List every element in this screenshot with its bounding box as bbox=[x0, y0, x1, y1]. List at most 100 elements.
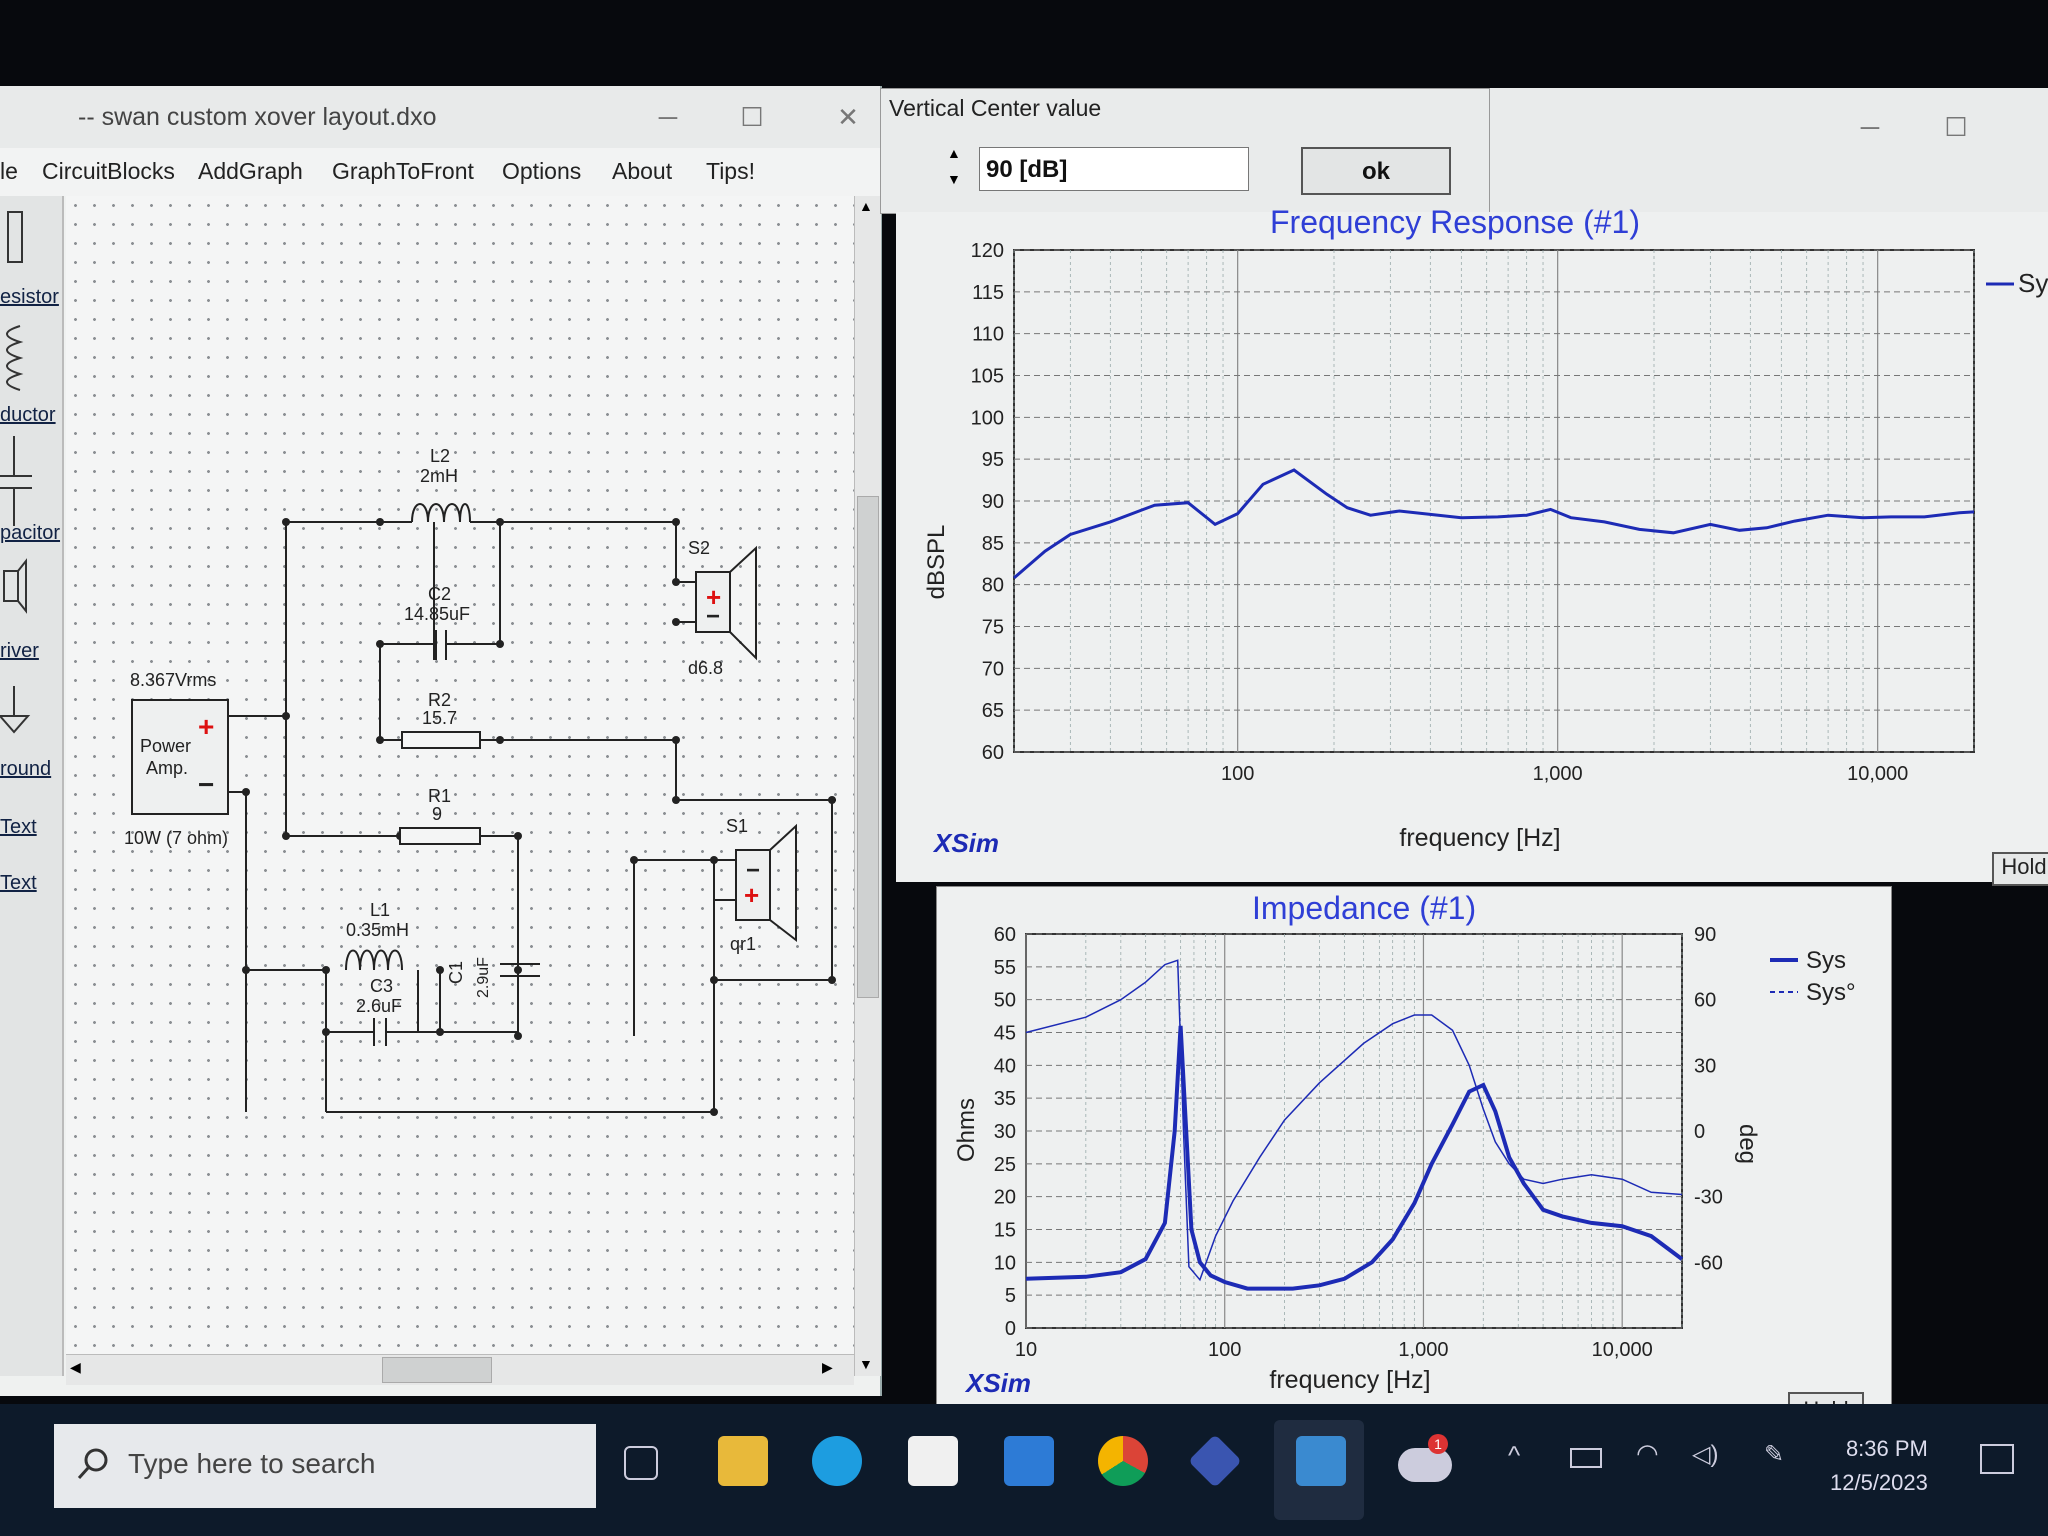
impedance-y2-tick: 0 bbox=[1694, 1121, 1705, 1143]
spin-down-icon[interactable]: ▼ bbox=[947, 171, 961, 187]
label-s2: S2 bbox=[688, 538, 710, 558]
amp-plus-icon: + bbox=[198, 711, 214, 742]
impedance-y-tick: 20 bbox=[994, 1187, 1016, 1209]
frequency-y-tick: 60 bbox=[982, 742, 1004, 764]
taskbar-clock[interactable]: 8:36 PM 12/5/2023 bbox=[1830, 1432, 1928, 1500]
impedance-y2-tick: -60 bbox=[1694, 1252, 1723, 1274]
capacitor-c2 bbox=[433, 630, 470, 660]
frequency-x-tick: 10,000 bbox=[1847, 763, 1908, 785]
vertical-center-input[interactable]: 90 [dB] bbox=[979, 147, 1249, 191]
edge-browser-icon[interactable] bbox=[812, 1436, 862, 1486]
label-s1-driver: qr1 bbox=[730, 934, 756, 954]
frequency-y-tick: 75 bbox=[982, 617, 1004, 639]
label-s1: S1 bbox=[726, 816, 748, 836]
label-c3: C3 bbox=[370, 976, 393, 996]
frequency-x-tick: 1,000 bbox=[1533, 763, 1583, 785]
ok-button[interactable]: ok bbox=[1301, 147, 1451, 195]
vertical-center-dialog: Vertical Center value ▲ ▼ 90 [dB] ok bbox=[880, 88, 1490, 214]
battery-icon[interactable] bbox=[1570, 1448, 1602, 1468]
search-icon bbox=[77, 1448, 108, 1480]
app-icon[interactable] bbox=[1188, 1434, 1242, 1488]
xsim-logo-2: XSim bbox=[964, 1368, 1031, 1398]
label-r2: R2 bbox=[428, 690, 451, 710]
impedance-y2-axis-label: deg bbox=[1734, 1124, 1761, 1164]
resistor-r1 bbox=[399, 827, 481, 845]
taskbar: Type here to search 1 ^ ◠ ◁) ✎ 8:36 PM 1… bbox=[0, 1404, 2048, 1536]
xsim-taskbar-icon[interactable] bbox=[1296, 1436, 1346, 1486]
label-r1: R1 bbox=[428, 786, 451, 806]
legend-sys: Sys bbox=[1806, 947, 1846, 974]
impedance-x-tick: 10,000 bbox=[1592, 1339, 1653, 1361]
frequency-y-tick: 65 bbox=[982, 700, 1004, 722]
xsim-logo-1: XSim bbox=[932, 828, 999, 858]
frequency-y-tick: 105 bbox=[971, 366, 1004, 388]
graph-maximize-button[interactable]: ☐ bbox=[1938, 110, 1974, 144]
pen-icon[interactable]: ✎ bbox=[1764, 1440, 1784, 1469]
label-c1-value: 2.9uF bbox=[475, 957, 492, 998]
wifi-icon[interactable]: ◠ bbox=[1636, 1438, 1659, 1469]
impedance-y-tick: 5 bbox=[1005, 1285, 1016, 1307]
frequency-y-tick: 90 bbox=[982, 491, 1004, 513]
amp-voltage: 8.367Vrms bbox=[130, 670, 216, 690]
mail-icon[interactable] bbox=[1004, 1436, 1054, 1486]
label-r1-value: 9 bbox=[432, 804, 442, 824]
label-l1: L1 bbox=[370, 900, 390, 920]
action-center-icon[interactable] bbox=[1980, 1444, 2014, 1474]
impedance-y-tick: 35 bbox=[994, 1088, 1016, 1110]
chrome-icon[interactable] bbox=[1098, 1436, 1148, 1486]
label-c2: C2 bbox=[428, 584, 451, 604]
impedance-chart[interactable]: 6055504540353025201510509060300-30-6010 1… bbox=[936, 886, 1890, 1406]
label-c1: C1 bbox=[446, 961, 466, 984]
impedance-y-tick: 0 bbox=[1005, 1318, 1016, 1340]
hold-button-1[interactable]: Hold bbox=[1992, 852, 2048, 886]
onedrive-icon[interactable] bbox=[1398, 1448, 1452, 1482]
clock-time: 8:36 PM bbox=[1845, 1436, 1928, 1461]
frequency-y-tick: 100 bbox=[971, 407, 1004, 429]
label-c3-value: 2.6uF bbox=[356, 996, 402, 1016]
frequency-y-tick: 95 bbox=[982, 449, 1004, 471]
label-l2-value: 2mH bbox=[420, 466, 458, 486]
inductor-l2 bbox=[411, 503, 471, 523]
amp-label-amp: Amp. bbox=[146, 758, 188, 778]
impedance-y-axis-label: Ohms bbox=[953, 1098, 980, 1162]
frequency-response-chart[interactable]: 120 115 110 105 100 95 90 85 80 75 70 65 60 100 1,000 1… bbox=[896, 212, 2048, 882]
frequency-x-axis-label: frequency [Hz] bbox=[1399, 824, 1560, 852]
impedance-x-tick: 1,000 bbox=[1398, 1339, 1448, 1361]
impedance-y-tick: 25 bbox=[994, 1154, 1016, 1176]
frequency-y-tick: 85 bbox=[982, 533, 1004, 555]
legend-sys-phase: Sys° bbox=[1806, 979, 1856, 1006]
microsoft-store-icon[interactable] bbox=[908, 1436, 958, 1486]
frequency-y-tick: 110 bbox=[972, 324, 1004, 346]
impedance-y2-tick: 30 bbox=[1694, 1055, 1716, 1077]
amp-minus-icon: − bbox=[198, 769, 214, 800]
impedance-y-tick: 45 bbox=[994, 1023, 1016, 1045]
graph-minimize-button[interactable]: ─ bbox=[1852, 110, 1888, 144]
amp-rating: 10W (7 ohm) bbox=[124, 828, 228, 848]
impedance-x-tick: 10 bbox=[1015, 1339, 1037, 1361]
impedance-y2-tick: -30 bbox=[1694, 1187, 1723, 1209]
value-spinner[interactable]: ▲ ▼ bbox=[937, 145, 977, 195]
frequency-y-tick: 115 bbox=[972, 282, 1004, 304]
frequency-y-axis-label: dBSPL bbox=[923, 525, 950, 600]
crossover-circuit[interactable]: + − + − − + L2 2mH C2 14.85uF R2 15.7 R1… bbox=[0, 0, 880, 1400]
impedance-y-tick: 55 bbox=[994, 957, 1016, 979]
spin-up-icon[interactable]: ▲ bbox=[947, 145, 961, 161]
file-explorer-icon[interactable] bbox=[718, 1436, 768, 1486]
impedance-y-tick: 15 bbox=[994, 1220, 1016, 1242]
impedance-y-tick: 10 bbox=[994, 1252, 1016, 1274]
chevron-up-icon[interactable]: ^ bbox=[1508, 1440, 1520, 1471]
taskbar-search-box[interactable]: Type here to search bbox=[54, 1424, 596, 1508]
amp-label-power: Power bbox=[140, 736, 191, 756]
graph-window-titlebar: ─ ☐ bbox=[1488, 88, 2048, 212]
label-l2: L2 bbox=[430, 446, 450, 466]
label-r2-value: 15.7 bbox=[422, 708, 457, 728]
svg-text:+: + bbox=[744, 880, 759, 910]
impedance-x-axis-label: frequency [Hz] bbox=[1269, 1366, 1430, 1394]
impedance-y-tick: 30 bbox=[994, 1121, 1016, 1143]
label-s2-driver: d6.8 bbox=[688, 658, 723, 678]
volume-icon[interactable]: ◁) bbox=[1692, 1440, 1718, 1469]
svg-text:−: − bbox=[706, 603, 720, 630]
notification-badge: 1 bbox=[1428, 1434, 1448, 1454]
resistor-r2 bbox=[401, 731, 481, 749]
task-view-icon[interactable] bbox=[624, 1446, 658, 1480]
